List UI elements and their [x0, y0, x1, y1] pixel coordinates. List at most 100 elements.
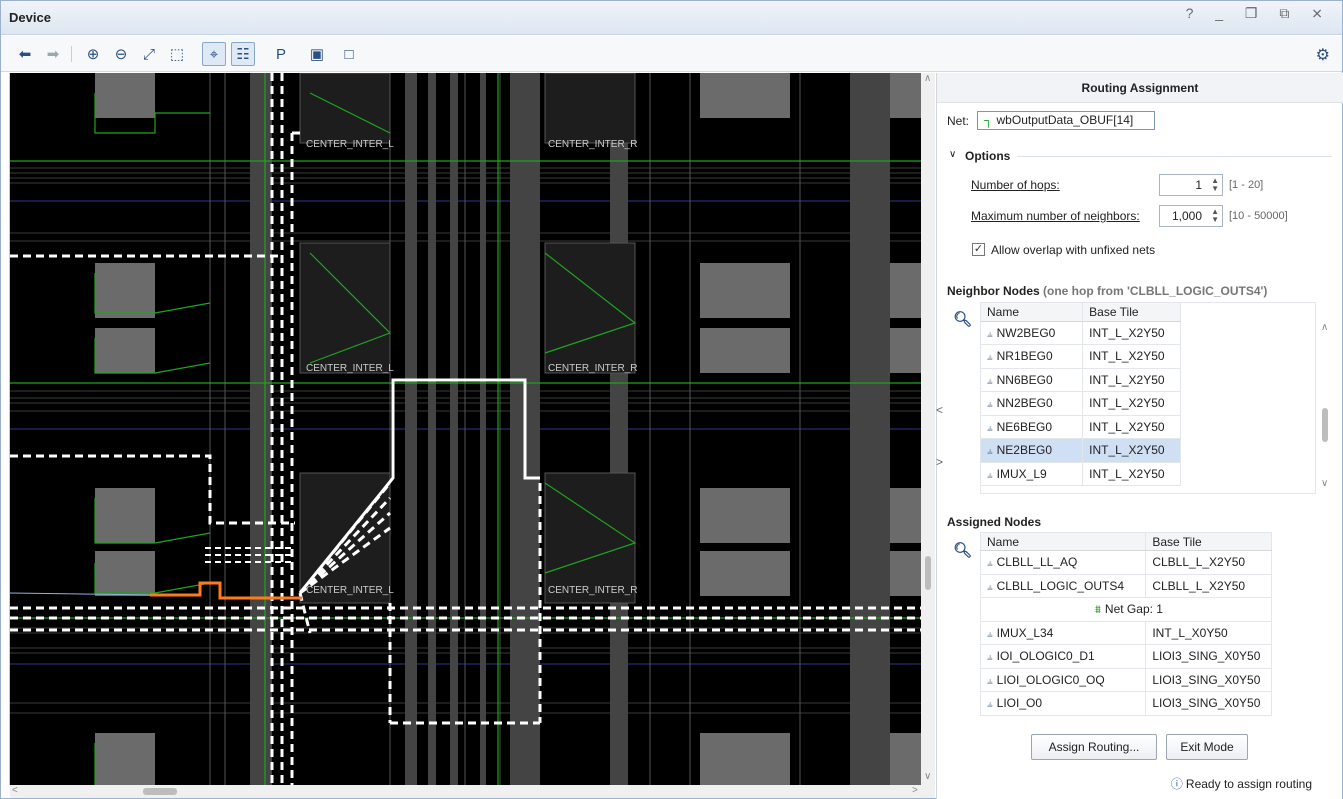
- node-name-cell: ⫨ NR1BEG0: [981, 344, 1084, 369]
- table-row[interactable]: ⫨ LIOI_OLOGIC0_OQ LIOI3_SING_X0Y50: [980, 668, 1272, 692]
- node-icon: ⫨: [987, 699, 993, 711]
- gear-icon[interactable]: ⚙: [1316, 45, 1330, 65]
- table-row[interactable]: ⫨ CLBLL_LOGIC_OUTS4 CLBLL_L_X2Y50: [980, 574, 1272, 598]
- node-tile: LIOI3_SING_X0Y50: [1145, 691, 1272, 716]
- scroll-up-icon[interactable]: ∧: [924, 73, 931, 84]
- scroll-thumb[interactable]: [925, 556, 931, 590]
- column-header-name[interactable]: Name: [981, 303, 1084, 322]
- neighbors-value: 1,000: [1171, 209, 1202, 223]
- node-name: NW2BEG0: [996, 325, 1056, 340]
- auto-fit-selection-icon[interactable]: ⌖: [202, 42, 226, 66]
- node-tile: INT_L_X2Y50: [1082, 321, 1181, 345]
- search-icon[interactable]: 🔍︎: [953, 541, 972, 559]
- scroll-left-icon[interactable]: <: [12, 785, 18, 796]
- hops-range: [1 - 20]: [1229, 179, 1264, 191]
- zoom-fit-icon[interactable]: ⤢: [137, 42, 161, 66]
- node-tile: LIOI3_SING_X0Y50: [1145, 644, 1272, 669]
- node-name-cell: ⫨ IMUX_L34: [980, 621, 1147, 645]
- node-name-cell: ⫨ CLBLL_LOGIC_OUTS4: [980, 574, 1147, 598]
- neighbors-range: [10 - 50000]: [1229, 210, 1288, 222]
- column-header-base-tile[interactable]: Base Tile: [1145, 532, 1272, 551]
- zoom-out-icon[interactable]: ⊖: [109, 42, 133, 66]
- net-gap-label: Net Gap: 1: [1104, 601, 1163, 616]
- device-horizontal-scrollbar[interactable]: < >: [10, 785, 935, 798]
- node-icon: ⫨: [987, 581, 993, 593]
- overlap-checkbox[interactable]: ✓: [972, 243, 985, 256]
- expand-right-icon[interactable]: >: [936, 455, 943, 469]
- node-icon: ⫨: [987, 375, 993, 387]
- node-name: NE2BEG0: [996, 443, 1052, 458]
- scroll-down-icon[interactable]: ∨: [1321, 478, 1328, 489]
- net-gap-row[interactable]: ⩩ Net Gap: 1: [980, 597, 1272, 622]
- net-gap-cell: ⩩ Net Gap: 1: [980, 597, 1272, 622]
- node-name: CLBLL_LOGIC_OUTS4: [996, 578, 1125, 593]
- highlight-icon[interactable]: □: [337, 42, 361, 66]
- net-field[interactable]: ┐ wbOutputData_OBUF[14]: [977, 111, 1155, 130]
- arrow-right-icon[interactable]: ➡: [41, 42, 65, 66]
- tile-label: CENTER_INTER_R: [548, 363, 638, 374]
- place-ports-icon[interactable]: P: [269, 42, 293, 66]
- chevron-down-icon[interactable]: ∨: [949, 149, 956, 160]
- node-icon: ⫨: [987, 352, 993, 364]
- node-icon: ⫨: [987, 675, 993, 687]
- device-vertical-scrollbar[interactable]: ∧ ∨: [921, 73, 935, 785]
- node-name-cell: ⫨ IMUX_L9: [981, 462, 1084, 486]
- table-row[interactable]: ⫨ NR1BEG0 INT_L_X2Y50: [981, 344, 1181, 369]
- hops-stepper[interactable]: 1 ▲ ▼: [1159, 174, 1223, 196]
- column-header-base-tile[interactable]: Base Tile: [1082, 303, 1181, 322]
- tile-label: CENTER_INTER_L: [306, 363, 394, 374]
- status-text: Ready to assign routing: [1185, 777, 1312, 791]
- neighbor-scrollbar[interactable]: ∧ ∨: [1318, 322, 1332, 493]
- table-row-selected[interactable]: ⫨ NE2BEG0 INT_L_X2Y50: [981, 438, 1181, 463]
- table-row[interactable]: ⫨ IMUX_L34 INT_L_X0Y50: [980, 621, 1272, 645]
- routing-resources-icon[interactable]: ☷: [231, 42, 255, 66]
- node-tile: INT_L_X2Y50: [1082, 438, 1181, 463]
- collapse-left-icon[interactable]: <: [936, 403, 943, 417]
- neighbor-nodes-table: Name Base Tile ⫨ NW2BEG0 INT_L_X2Y50 ⫨ NR1B…: [980, 302, 1316, 494]
- scroll-up-icon[interactable]: ∧: [1321, 322, 1328, 333]
- options-header[interactable]: Options: [965, 149, 1010, 163]
- node-icon: ⫨: [987, 328, 993, 340]
- search-icon[interactable]: 🔍︎: [953, 310, 972, 328]
- scroll-thumb[interactable]: [143, 788, 177, 795]
- node-icon: ⫨: [987, 422, 993, 434]
- scroll-thumb[interactable]: [1322, 408, 1328, 442]
- node-tile: CLBLL_L_X2Y50: [1145, 574, 1272, 598]
- status-message: ⓘ Ready to assign routing: [1171, 775, 1312, 792]
- neighbor-nodes-subtitle: (one hop from 'CLBLL_LOGIC_OUTS4'): [1043, 284, 1268, 298]
- zoom-area-icon[interactable]: ⬚: [165, 42, 189, 66]
- panel-title: Routing Assignment: [937, 73, 1343, 103]
- zoom-in-icon[interactable]: ⊕: [81, 42, 105, 66]
- assigned-nodes-table: Name Base Tile ⫨ CLBLL_LL_AQ CLBLL_L_X2Y50…: [980, 532, 1272, 716]
- neighbor-nodes-title: Neighbor Nodes: [947, 284, 1040, 298]
- neighbors-stepper[interactable]: 1,000 ▲ ▼: [1159, 205, 1223, 227]
- node-tile: INT_L_X2Y50: [1082, 344, 1181, 369]
- node-icon: ⫨: [987, 399, 993, 411]
- column-header-name[interactable]: Name: [980, 532, 1147, 551]
- table-row[interactable]: ⫨ IOI_OLOGIC0_D1 LIOI3_SING_X0Y50: [980, 644, 1272, 669]
- table-row[interactable]: ⫨ NE6BEG0 INT_L_X2Y50: [981, 415, 1181, 439]
- neighbors-label: Maximum number of neighbors:: [971, 209, 1140, 223]
- scroll-right-icon[interactable]: >: [912, 785, 918, 796]
- table-row[interactable]: ⫨ CLBLL_LL_AQ CLBLL_L_X2Y50: [980, 550, 1272, 575]
- node-name: IOI_OLOGIC0_D1: [996, 649, 1095, 664]
- table-row[interactable]: ⫨ NN6BEG0 INT_L_X2Y50: [981, 368, 1181, 392]
- spinner-arrows-icon[interactable]: ▲ ▼: [1211, 208, 1219, 224]
- table-row[interactable]: ⫨ LIOI_O0 LIOI3_SING_X0Y50: [980, 691, 1272, 716]
- node-icon: ⫨: [987, 628, 993, 640]
- node-tile: CLBLL_L_X2Y50: [1145, 550, 1272, 575]
- select-area-icon[interactable]: ▣: [305, 42, 329, 66]
- table-row[interactable]: ⫨ NW2BEG0 INT_L_X2Y50: [981, 321, 1181, 345]
- table-row[interactable]: ⫨ IMUX_L9 INT_L_X2Y50: [981, 462, 1181, 486]
- node-name: NN2BEG0: [996, 396, 1053, 411]
- info-icon: ⓘ: [1170, 777, 1183, 791]
- scroll-down-icon[interactable]: ∨: [924, 771, 931, 782]
- table-row[interactable]: ⫨ NN2BEG0 INT_L_X2Y50: [981, 391, 1181, 416]
- node-name-cell: ⫨ LIOI_OLOGIC0_OQ: [980, 668, 1147, 692]
- arrow-left-icon[interactable]: ⬅: [13, 42, 37, 66]
- exit-mode-button[interactable]: Exit Mode: [1166, 734, 1248, 760]
- spinner-arrows-icon[interactable]: ▲ ▼: [1211, 177, 1219, 193]
- device-canvas[interactable]: CENTER_INTER_L CENTER_INTER_R CENTER_INT…: [10, 73, 921, 785]
- assign-routing-button[interactable]: Assign Routing...: [1031, 734, 1157, 760]
- window-controls[interactable]: ? _ ❐ ⧉ ⨯: [1186, 5, 1332, 22]
